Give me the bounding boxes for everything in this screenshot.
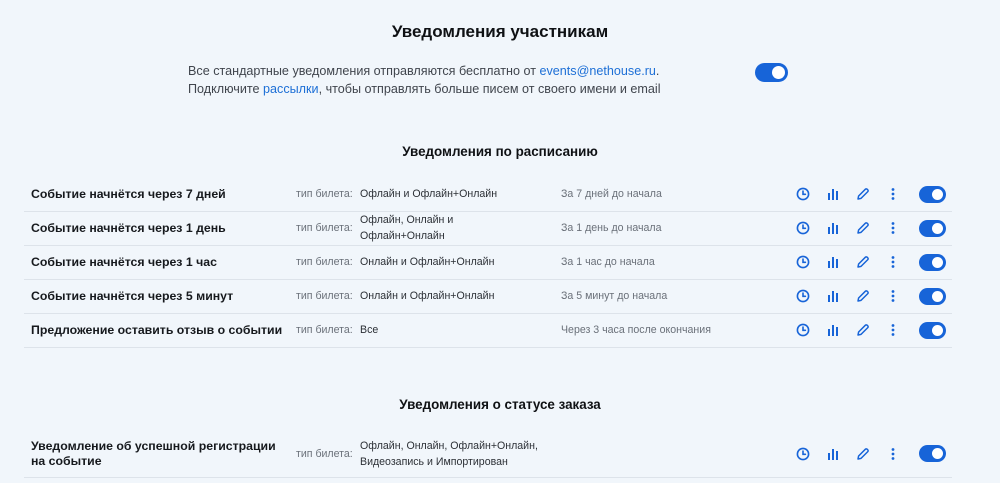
row-actions xyxy=(795,211,915,245)
notification-row: Уведомление об успешной регистрации на с… xyxy=(24,431,952,478)
row-actions xyxy=(795,431,915,477)
toggle-knob xyxy=(932,223,943,234)
notification-timing: Через 3 часа после окончания xyxy=(561,324,711,336)
notification-name: Событие начнётся через 1 час xyxy=(31,254,217,269)
more-vertical-icon[interactable] xyxy=(885,186,901,202)
row-actions xyxy=(795,279,915,313)
more-vertical-icon[interactable] xyxy=(885,446,901,462)
intro-text: Все стандартные уведомления отправляются… xyxy=(188,62,728,98)
notification-name: Предложение оставить отзыв о событии xyxy=(31,322,283,337)
intro-text-part: Все стандартные уведомления отправляются… xyxy=(188,64,540,78)
ticket-type-value: Онлайн и Офлайн+Онлайн xyxy=(360,256,495,268)
row-actions xyxy=(795,313,915,347)
ticket-type-value: Офлайн, Онлайн и Офлайн+Онлайн xyxy=(360,214,454,242)
clock-icon[interactable] xyxy=(795,220,811,236)
toggle-knob xyxy=(932,291,943,302)
pencil-icon[interactable] xyxy=(855,254,871,270)
notification-name: Событие начнётся через 7 дней xyxy=(31,186,226,201)
row-actions xyxy=(795,245,915,279)
notification-timing: За 1 день до начала xyxy=(561,222,662,234)
clock-icon[interactable] xyxy=(795,322,811,338)
notification-toggle[interactable] xyxy=(919,445,946,462)
section-title-schedule: Уведомления по расписанию xyxy=(402,144,598,159)
ticket-type-label: тип билета: xyxy=(296,448,353,460)
ticket-type-label: тип билета: xyxy=(296,256,353,268)
toggle-knob xyxy=(932,189,943,200)
toggle-knob xyxy=(932,325,943,336)
pencil-icon[interactable] xyxy=(855,288,871,304)
row-actions xyxy=(795,177,915,211)
ticket-type-label: тип билета: xyxy=(296,290,353,302)
bar-chart-icon[interactable] xyxy=(825,322,841,338)
ticket-type-value: Онлайн и Офлайн+Онлайн xyxy=(360,290,495,302)
notification-row: Событие начнётся через 7 дней тип билета… xyxy=(24,177,952,212)
clock-icon[interactable] xyxy=(795,186,811,202)
mailing-link[interactable]: рассылки xyxy=(263,82,319,96)
notification-row: Событие начнётся через 1 час тип билета:… xyxy=(24,245,952,280)
ticket-type-value: Все xyxy=(360,324,379,336)
pencil-icon[interactable] xyxy=(855,186,871,202)
clock-icon[interactable] xyxy=(795,446,811,462)
ticket-type-value: Офлайн и Офлайн+Онлайн xyxy=(360,188,498,200)
email-link[interactable]: events@nethouse.ru xyxy=(539,64,655,78)
notification-row: Событие начнётся через 5 минут тип билет… xyxy=(24,279,952,314)
section-title-order-status: Уведомления о статусе заказа xyxy=(399,397,601,412)
more-vertical-icon[interactable] xyxy=(885,254,901,270)
bar-chart-icon[interactable] xyxy=(825,186,841,202)
bar-chart-icon[interactable] xyxy=(825,288,841,304)
ticket-type-label: тип билета: xyxy=(296,324,353,336)
ticket-type-label: тип билета: xyxy=(296,222,353,234)
notification-timing: За 1 час до начала xyxy=(561,256,655,268)
notification-timing: За 5 минут до начала xyxy=(561,290,668,302)
more-vertical-icon[interactable] xyxy=(885,220,901,236)
notification-name: Уведомление об успешной регистрации на с… xyxy=(31,439,276,468)
toggle-knob xyxy=(932,448,943,459)
toggle-knob xyxy=(772,66,785,79)
notification-toggle[interactable] xyxy=(919,322,946,339)
notification-timing: За 7 дней до начала xyxy=(561,188,662,200)
more-vertical-icon[interactable] xyxy=(885,322,901,338)
pencil-icon[interactable] xyxy=(855,220,871,236)
notification-toggle[interactable] xyxy=(919,254,946,271)
free-notifications-toggle[interactable] xyxy=(755,63,788,82)
pencil-icon[interactable] xyxy=(855,446,871,462)
pencil-icon[interactable] xyxy=(855,322,871,338)
notification-toggle[interactable] xyxy=(919,186,946,203)
notification-row: Событие начнётся через 1 день тип билета… xyxy=(24,211,952,246)
bar-chart-icon[interactable] xyxy=(825,220,841,236)
ticket-type-label: тип билета: xyxy=(296,188,353,200)
clock-icon[interactable] xyxy=(795,254,811,270)
bar-chart-icon[interactable] xyxy=(825,446,841,462)
notification-name: Событие начнётся через 1 день xyxy=(31,220,226,235)
bar-chart-icon[interactable] xyxy=(825,254,841,270)
notification-row: Предложение оставить отзыв о событии тип… xyxy=(24,313,952,348)
page-title: Уведомления участникам xyxy=(391,22,609,41)
ticket-type-value: Офлайн, Онлайн, Офлайн+Онлайн, Видеозапи… xyxy=(360,440,538,468)
clock-icon[interactable] xyxy=(795,288,811,304)
notification-toggle[interactable] xyxy=(919,220,946,237)
more-vertical-icon[interactable] xyxy=(885,288,901,304)
notification-toggle[interactable] xyxy=(919,288,946,305)
intro-text-part: , чтобы отправлять больше писем от своег… xyxy=(318,82,661,96)
toggle-knob xyxy=(932,257,943,268)
notification-name: Событие начнётся через 5 минут xyxy=(31,288,234,303)
